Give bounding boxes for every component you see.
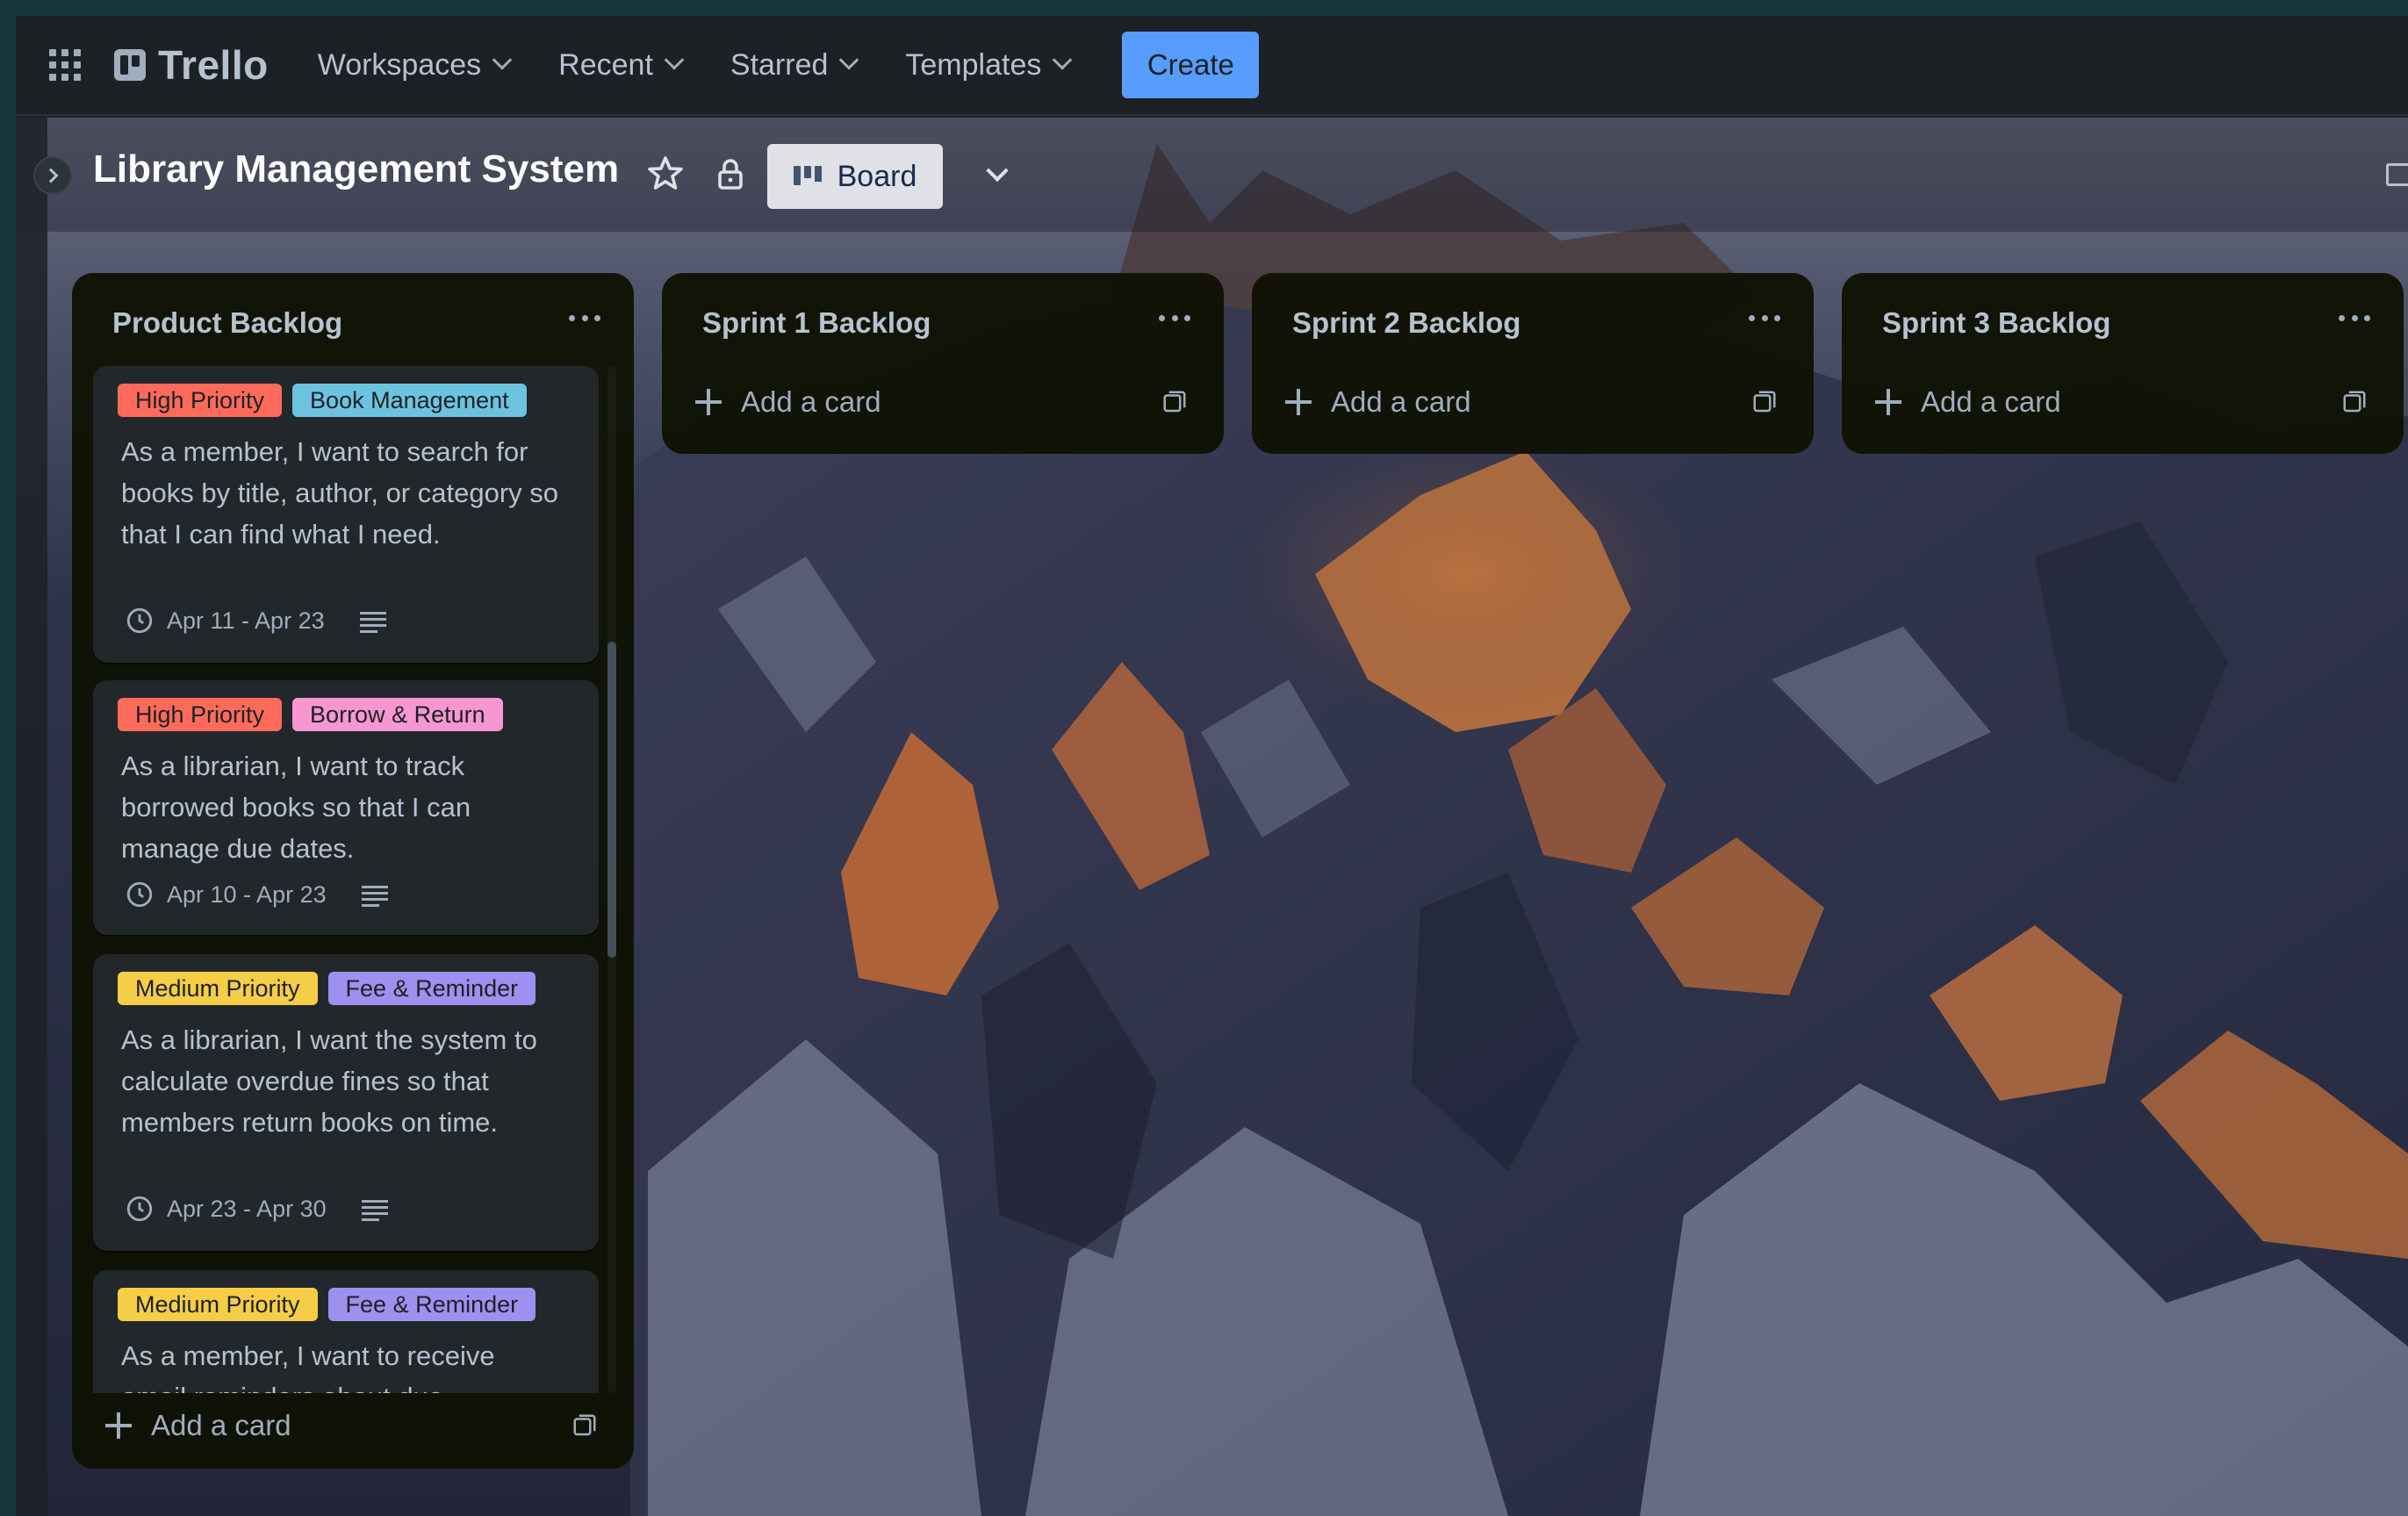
description-icon — [361, 1198, 388, 1221]
plus-icon — [695, 389, 722, 415]
trello-logo-icon — [114, 49, 146, 81]
card-due-dates: Apr 11 - Apr 23 — [167, 607, 325, 634]
label-fee-reminder[interactable]: Fee & Reminder — [327, 1288, 536, 1321]
card-labels: Medium Priority Fee & Reminder — [118, 1288, 536, 1321]
nav-workspaces-label: Workspaces — [317, 47, 482, 82]
card[interactable]: Medium Priority Fee & Reminder As a memb… — [93, 1270, 599, 1393]
clock-icon — [126, 881, 153, 908]
label-high-priority[interactable]: High Priority — [118, 384, 283, 417]
trello-app: Trello Workspaces Recent Starred Templat… — [16, 16, 2408, 1516]
add-card-label: Add a card — [151, 1409, 291, 1441]
label-medium-priority[interactable]: Medium Priority — [118, 972, 318, 1005]
logo-text: Trello — [158, 42, 269, 88]
add-card-button[interactable]: Add a card — [105, 1404, 291, 1448]
add-card-button[interactable]: Add a card — [695, 380, 881, 424]
card-template-icon[interactable] — [571, 1412, 599, 1439]
label-borrow-return[interactable]: Borrow & Return — [292, 698, 503, 731]
plus-icon — [1875, 389, 1901, 415]
nav-workspaces[interactable]: Workspaces — [317, 39, 513, 91]
card-template-icon[interactable] — [2340, 389, 2368, 415]
lock-icon[interactable] — [709, 153, 751, 195]
plus-icon — [1285, 389, 1312, 415]
list-sprint-1-backlog: Sprint 1 Backlog Add a card — [662, 273, 1224, 454]
add-card-button[interactable]: Add a card — [1285, 380, 1471, 424]
sidebar-expand-button[interactable] — [33, 156, 72, 195]
list-menu-icon[interactable] — [1159, 315, 1190, 324]
card[interactable]: High Priority Book Management As a membe… — [93, 366, 599, 663]
card-due-dates: Apr 23 - Apr 30 — [167, 1195, 327, 1222]
nav-starred-label: Starred — [730, 47, 829, 82]
board-view-label: Board — [837, 159, 917, 193]
add-card-label: Add a card — [1331, 385, 1471, 418]
board-icon — [793, 166, 823, 187]
card[interactable]: High Priority Borrow & Return As a libra… — [93, 680, 599, 935]
apps-grid-icon[interactable] — [47, 47, 83, 83]
nav-recent[interactable]: Recent — [558, 39, 685, 91]
top-navigation: Trello Workspaces Recent Starred Templat… — [16, 16, 2408, 116]
list-sprint-3-backlog: Sprint 3 Backlog Add a card — [1842, 273, 2404, 454]
chevron-down-icon — [492, 50, 513, 70]
create-button[interactable]: Create — [1122, 32, 1260, 98]
nav-templates-label: Templates — [905, 47, 1042, 82]
card-labels: High Priority Book Management — [118, 384, 527, 417]
list-title[interactable]: Sprint 3 Backlog — [1882, 306, 2110, 340]
star-icon[interactable] — [644, 153, 686, 195]
description-icon — [359, 610, 386, 633]
list-title[interactable]: Sprint 2 Backlog — [1292, 306, 1520, 340]
chevron-down-icon — [1053, 50, 1073, 70]
board-menu-icon[interactable] — [2386, 163, 2408, 186]
board-view-button[interactable]: Board — [767, 144, 943, 209]
card-labels: High Priority Borrow & Return — [118, 698, 503, 731]
app-window: Trello Workspaces Recent Starred Templat… — [0, 0, 2408, 1516]
board-header: Library Management System Board — [16, 118, 2408, 232]
card-due-dates: Apr 10 - Apr 23 — [167, 880, 327, 908]
chevron-down-icon — [986, 159, 1009, 183]
card-title: As a librarian, I want the system to cal… — [121, 1024, 537, 1138]
add-card-button[interactable]: Add a card — [1875, 380, 2061, 424]
list-scrollbar-thumb[interactable] — [607, 642, 616, 958]
chevron-right-icon — [43, 168, 59, 183]
chevron-down-icon — [839, 50, 859, 70]
label-high-priority[interactable]: High Priority — [118, 698, 283, 731]
label-book-management[interactable]: Book Management — [292, 384, 527, 417]
card-badges: Apr 11 - Apr 23 — [125, 603, 386, 638]
card-template-icon[interactable] — [1750, 389, 1779, 415]
add-card-label: Add a card — [741, 385, 881, 418]
clock-icon — [126, 1196, 153, 1222]
card[interactable]: Medium Priority Fee & Reminder As a libr… — [93, 954, 599, 1251]
add-card-label: Add a card — [1921, 385, 2061, 418]
card-title: As a member, I want to receive email rem… — [121, 1340, 495, 1393]
left-edge-strip — [16, 118, 47, 1516]
trello-logo[interactable]: Trello — [114, 39, 269, 91]
card-title: As a member, I want to search for books … — [121, 436, 558, 550]
card-badges: Apr 10 - Apr 23 — [125, 877, 388, 912]
nav-templates[interactable]: Templates — [905, 39, 1073, 91]
clock-icon — [126, 607, 153, 634]
nav-starred[interactable]: Starred — [730, 39, 859, 91]
board-title[interactable]: Library Management System — [93, 147, 619, 191]
label-fee-reminder[interactable]: Fee & Reminder — [327, 972, 536, 1005]
list-title[interactable]: Sprint 1 Backlog — [702, 306, 931, 340]
list-sprint-2-backlog: Sprint 2 Backlog Add a card — [1252, 273, 1814, 454]
board-canvas: Library Management System Board Product … — [16, 118, 2408, 1516]
card-badges: Apr 23 - Apr 30 — [125, 1191, 388, 1226]
plus-icon — [105, 1412, 132, 1439]
list-title[interactable]: Product Backlog — [112, 306, 342, 340]
label-medium-priority[interactable]: Medium Priority — [118, 1288, 318, 1321]
list-product-backlog: Product Backlog High Priority Book Manag… — [72, 273, 634, 1469]
list-menu-icon[interactable] — [1749, 315, 1780, 324]
chevron-down-icon — [664, 50, 685, 70]
list-menu-icon[interactable] — [2339, 315, 2370, 324]
card-list: High Priority Book Management As a membe… — [72, 366, 634, 1393]
card-title: As a librarian, I want to track borrowed… — [121, 751, 471, 864]
board-views-dropdown[interactable] — [980, 158, 1015, 193]
card-labels: Medium Priority Fee & Reminder — [118, 972, 536, 1005]
description-icon — [361, 884, 388, 907]
card-template-icon[interactable] — [1161, 389, 1189, 415]
nav-recent-label: Recent — [558, 47, 653, 82]
list-menu-icon[interactable] — [569, 315, 600, 324]
